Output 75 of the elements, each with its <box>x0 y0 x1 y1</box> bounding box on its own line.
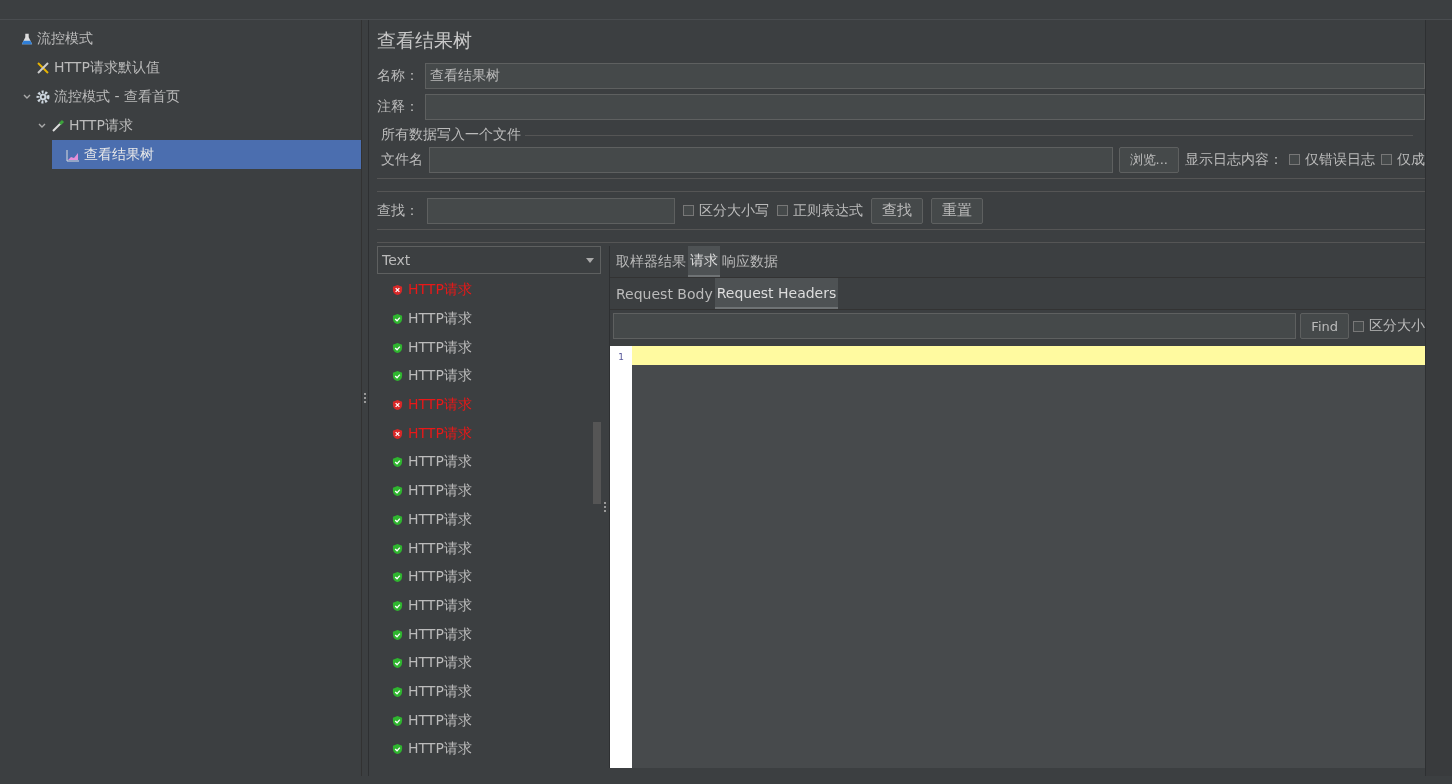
tab[interactable]: 响应数据 <box>720 246 780 277</box>
tab[interactable]: Request Headers <box>714 278 839 309</box>
result-item[interactable]: HTTP请求 <box>377 735 593 764</box>
check-shield-icon <box>392 456 403 469</box>
find-field[interactable] <box>613 313 1297 339</box>
group-title: 所有数据写入一个文件 <box>381 126 521 144</box>
cross-shield-icon <box>392 427 403 440</box>
find-button[interactable]: Find <box>1300 313 1349 339</box>
checkbox[interactable]: 仅错误日志 <box>1289 150 1375 169</box>
search-field[interactable] <box>427 197 675 224</box>
tab[interactable]: 请求 <box>688 246 720 277</box>
splitter-handle[interactable] <box>604 502 606 512</box>
checkbox[interactable]: 区分大小写 <box>683 201 769 220</box>
filename-field[interactable] <box>429 146 1113 173</box>
pipette-icon <box>51 118 65 133</box>
result-item[interactable]: HTTP请求 <box>377 304 593 334</box>
check-shield-icon <box>392 685 403 698</box>
gear-icon <box>36 89 50 104</box>
check-shield-icon <box>392 513 403 526</box>
field-label: 名称： <box>377 66 419 85</box>
name-field[interactable]: 查看结果树 <box>425 62 1425 89</box>
checkbox[interactable]: 正则表达式 <box>777 201 863 220</box>
tree-item[interactable]: HTTP请求默认值 <box>22 53 361 82</box>
line-number: 1 <box>617 352 625 362</box>
check-shield-icon <box>392 571 403 584</box>
check-shield-icon <box>392 599 403 612</box>
check-shield-icon <box>392 485 403 498</box>
check-shield-icon <box>392 542 403 555</box>
result-item[interactable]: HTTP请求 <box>377 562 593 592</box>
result-item[interactable]: HTTP请求 <box>377 362 593 391</box>
check-shield-icon <box>392 657 403 670</box>
check-shield-icon <box>392 341 403 354</box>
field-label: 文件名 <box>381 150 423 169</box>
check-shield-icon <box>392 743 403 756</box>
splitter-handle[interactable] <box>364 393 366 403</box>
panel-title: 查看结果树 <box>376 28 473 53</box>
result-item[interactable]: HTTP请求 <box>377 648 593 678</box>
tools-icon <box>36 60 50 75</box>
field-label: 注释： <box>377 97 419 116</box>
result-item[interactable]: HTTP请求 <box>377 591 593 621</box>
tree-item[interactable]: 查看结果树 <box>52 140 361 169</box>
cross-shield-icon <box>392 284 403 297</box>
result-item[interactable]: HTTP请求 <box>377 333 593 363</box>
checkbox[interactable]: 仅成 <box>1381 150 1425 169</box>
result-item[interactable]: HTTP请求 <box>377 677 593 707</box>
browse-button[interactable]: 浏览... <box>1118 146 1179 173</box>
check-shield-icon <box>392 628 403 641</box>
search-action-button[interactable]: 查找 <box>871 197 923 224</box>
cross-shield-icon <box>392 399 403 412</box>
result-item[interactable]: HTTP请求 <box>377 505 593 535</box>
search-action-button[interactable]: 重置 <box>931 197 983 224</box>
result-item[interactable]: HTTP请求 <box>377 706 593 735</box>
tree-item[interactable]: 流控模式 - 查看首页 <box>22 82 361 111</box>
field-label: 查找： <box>377 201 419 220</box>
chart-icon <box>66 147 80 162</box>
tab[interactable]: 取样器结果 <box>614 246 688 277</box>
tree-item[interactable]: HTTP请求 <box>37 111 361 140</box>
result-item[interactable]: HTTP请求 <box>377 534 593 563</box>
comment-field[interactable] <box>425 93 1425 120</box>
result-item[interactable]: HTTP请求 <box>377 620 593 649</box>
check-shield-icon <box>392 313 403 326</box>
caret-icon[interactable] <box>586 257 594 263</box>
tab[interactable]: Request Body <box>614 278 715 309</box>
splitter-bar[interactable] <box>377 229 1425 243</box>
splitter-bar[interactable] <box>377 178 1425 192</box>
check-shield-icon <box>392 370 403 383</box>
flask-icon <box>21 31 33 46</box>
tree-item[interactable]: 流控模式 <box>7 24 361 53</box>
result-item[interactable]: HTTP请求 <box>377 476 593 506</box>
scrollbar-thumb[interactable] <box>593 422 601 504</box>
check-shield-icon <box>392 714 403 727</box>
checkbox[interactable]: 区分大小 <box>1353 317 1425 335</box>
log-label: 显示日志内容： <box>1185 150 1283 169</box>
result-item[interactable]: HTTP请求 <box>377 448 593 477</box>
renderer-dropdown[interactable]: Text <box>377 246 601 274</box>
